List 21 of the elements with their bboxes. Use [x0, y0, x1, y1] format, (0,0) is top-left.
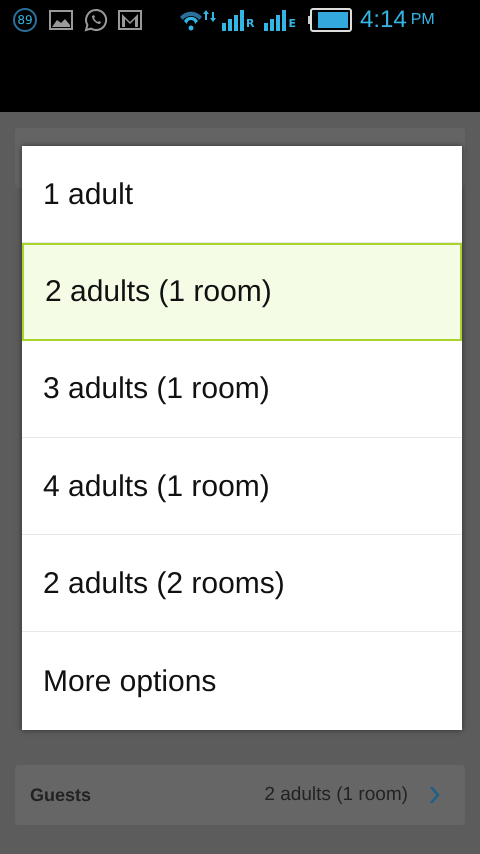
clock-time: 4:14 [360, 5, 407, 35]
guests-value: 2 adults (1 room) [264, 782, 408, 807]
image-icon [49, 10, 73, 30]
signal-icon [222, 9, 244, 31]
option-item[interactable]: More options [22, 632, 462, 730]
clock-period: PM [410, 10, 435, 30]
wifi-icon [178, 8, 218, 32]
option-item[interactable]: 2 adults (2 rooms) [22, 535, 462, 632]
notification-count: 89 [13, 8, 37, 32]
mail-icon [118, 10, 142, 30]
option-item[interactable]: 2 adults (1 room) [22, 243, 462, 341]
signal-icon [264, 9, 286, 31]
battery-icon [308, 8, 352, 32]
guests-label: Guests [30, 784, 92, 806]
chat-icon [84, 8, 108, 32]
chevron-right-icon [430, 786, 440, 804]
signal-label: E [288, 16, 296, 32]
signal-label: R [246, 16, 254, 32]
option-item[interactable]: 1 adult [22, 146, 462, 244]
option-item[interactable]: 4 adults (1 room) [22, 438, 462, 536]
option-item[interactable]: 3 adults (1 room) [22, 340, 462, 438]
